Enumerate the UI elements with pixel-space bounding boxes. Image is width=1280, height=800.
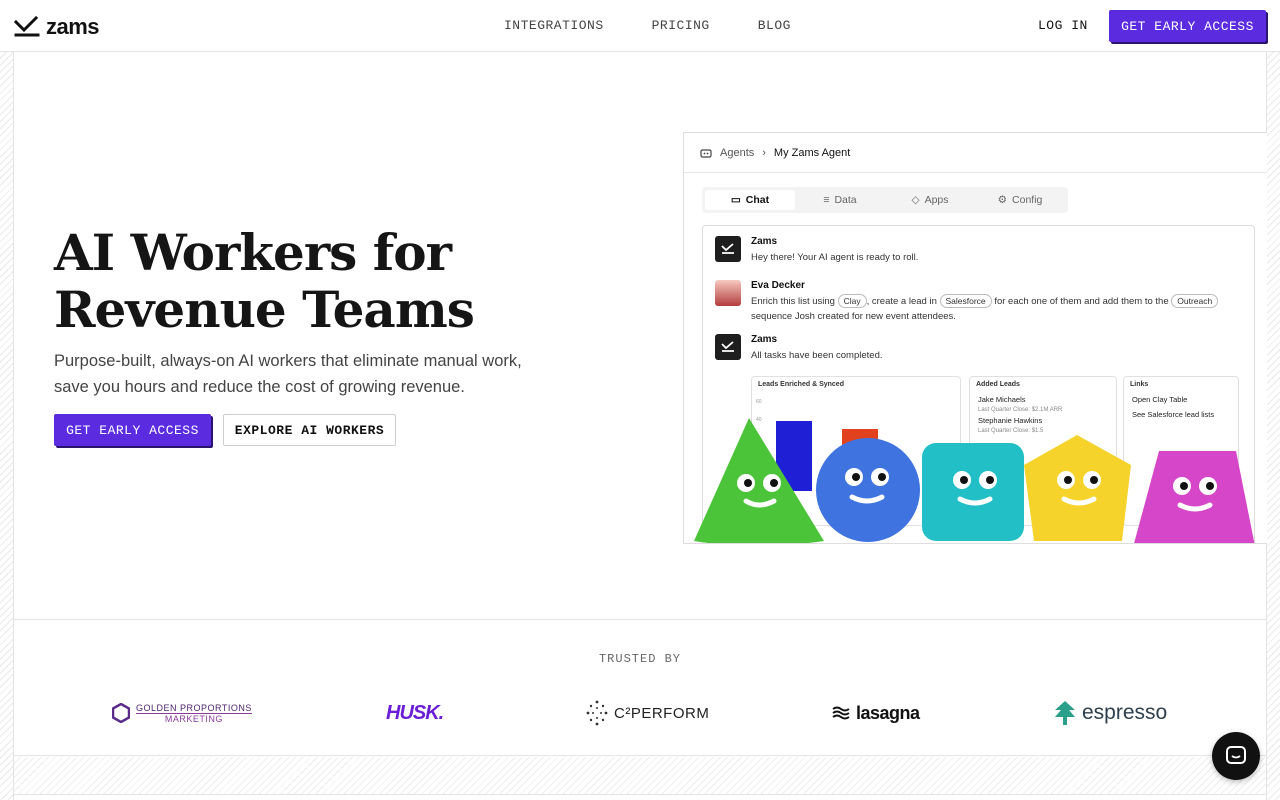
tab-data-label: Data bbox=[834, 194, 857, 206]
zams-avatar bbox=[715, 334, 741, 360]
chat-bubble-icon: ▭ bbox=[730, 194, 741, 206]
zams-logo[interactable]: zams bbox=[14, 14, 100, 40]
hero-get-early-access-button[interactable]: GET EARLY ACCESS bbox=[54, 414, 211, 446]
outreach-chip: Outreach bbox=[1171, 294, 1219, 308]
trusted-by-section: TRUSTED BY GOLDEN PROPORTIONS MARKETING … bbox=[14, 620, 1266, 756]
right-hatched-rail bbox=[1266, 52, 1280, 800]
tab-config: ⚙ Config bbox=[975, 190, 1065, 210]
nav-integrations[interactable]: INTEGRATIONS bbox=[504, 18, 604, 33]
message-fragment: Enrich this list using bbox=[751, 296, 835, 307]
chat-message: Zams Hey there! Your AI agent is ready t… bbox=[715, 236, 918, 265]
chat-widget-button[interactable] bbox=[1212, 732, 1260, 780]
bottom-hatched-band bbox=[14, 757, 1266, 795]
lasagna-text: lasagna bbox=[856, 702, 920, 723]
waves-icon bbox=[832, 706, 850, 720]
message-fragment: for each one of them and add them to the bbox=[994, 296, 1169, 307]
link-item: Open Clay Table bbox=[1132, 395, 1188, 404]
chevron-right-icon: › bbox=[762, 146, 766, 159]
message-text: All tasks have been completed. bbox=[751, 350, 883, 361]
customer-logos: GOLDEN PROPORTIONS MARKETING HUSK. C²PER… bbox=[14, 698, 1266, 728]
chart-tick: 60 bbox=[756, 399, 762, 405]
nav-blog[interactable]: BLOG bbox=[758, 18, 791, 33]
message-fragment: , create a lead in bbox=[866, 296, 937, 307]
hexagon-icon bbox=[112, 703, 130, 723]
hero-subtitle: Purpose-built, always-on AI workers that… bbox=[54, 352, 522, 396]
tab-data: ≡ Data bbox=[795, 190, 885, 210]
golden-proportions-subtext: MARKETING bbox=[136, 712, 252, 724]
nav-pricing[interactable]: PRICING bbox=[652, 18, 710, 33]
clay-chip: Clay bbox=[837, 294, 867, 308]
database-icon: ≡ bbox=[823, 194, 830, 206]
tab-chat: ▭ Chat bbox=[705, 190, 795, 210]
mascot-shapes-illustration bbox=[694, 418, 1255, 543]
zams-logo-icon bbox=[14, 16, 40, 37]
c2perform-text: C²PERFORM bbox=[614, 704, 710, 722]
header-get-early-access-button[interactable]: GET EARLY ACCESS bbox=[1109, 10, 1266, 42]
tab-config-label: Config bbox=[1012, 194, 1043, 206]
apps-icon: ◇ bbox=[911, 194, 920, 206]
hero-title: AI Workers for Revenue Teams bbox=[54, 223, 475, 339]
message-fragment: sequence Josh created for new event atte… bbox=[751, 311, 956, 322]
tab-apps-label: Apps bbox=[924, 194, 949, 206]
explore-ai-workers-button[interactable]: EXPLORE AI WORKERS bbox=[223, 414, 396, 446]
husk-text: HUSK. bbox=[386, 701, 444, 724]
message-text: Hey there! Your AI agent is ready to rol… bbox=[751, 252, 919, 263]
salesforce-chip: Salesforce bbox=[939, 294, 992, 308]
mockup-tabs: ▭ Chat ≡ Data ◇ Apps ⚙ Config bbox=[702, 187, 1068, 213]
left-hatched-rail bbox=[0, 52, 14, 800]
robot-icon bbox=[700, 148, 712, 158]
leads-panel-title: Leads Enriched & Synced bbox=[758, 381, 844, 388]
husk-logo: HUSK. bbox=[386, 698, 444, 728]
crumb-agent-name: My Zams Agent bbox=[773, 146, 851, 159]
golden-proportions-text: GOLDEN PROPORTIONS bbox=[136, 702, 252, 713]
message-author: Eva Decker bbox=[751, 280, 805, 291]
tab-chat-label: Chat bbox=[745, 194, 770, 206]
main-nav: INTEGRATIONS PRICING BLOG bbox=[504, 18, 791, 33]
espresso-text: espresso bbox=[1082, 701, 1168, 724]
tab-apps: ◇ Apps bbox=[885, 190, 975, 210]
message-author: Zams bbox=[751, 334, 778, 345]
login-link[interactable]: LOG IN bbox=[1038, 18, 1088, 33]
zams-avatar bbox=[715, 236, 741, 262]
site-header: zams INTEGRATIONS PRICING BLOG LOG IN GE… bbox=[0, 0, 1280, 52]
message-text: Enrich this list using Clay, create a le… bbox=[751, 294, 1221, 324]
hero-buttons: GET EARLY ACCESS EXPLORE AI WORKERS bbox=[54, 414, 396, 446]
app-mockup: Agents › My Zams Agent ▭ Chat ≡ Data ◇ Apps… bbox=[683, 132, 1267, 544]
espresso-logo: espresso bbox=[1054, 698, 1167, 728]
links-title: Links bbox=[1130, 381, 1149, 388]
tree-icon bbox=[1055, 701, 1075, 725]
sliders-icon: ⚙ bbox=[997, 194, 1008, 206]
chat-message: Eva Decker Enrich this list using Clay, … bbox=[715, 280, 1221, 324]
dotted-circle-icon bbox=[586, 700, 608, 726]
mockup-breadcrumb: Agents › My Zams Agent bbox=[684, 133, 1267, 173]
lasagna-logo: lasagna bbox=[832, 698, 920, 728]
c2perform-logo: C²PERFORM bbox=[586, 698, 709, 728]
crumb-agents: Agents bbox=[720, 146, 755, 159]
chat-icon bbox=[1226, 746, 1246, 764]
brand-name: zams bbox=[46, 14, 100, 39]
added-leads-title: Added Leads bbox=[976, 381, 1020, 388]
golden-proportions-logo: GOLDEN PROPORTIONS MARKETING bbox=[112, 698, 252, 728]
hero-section: AI Workers for Revenue Teams Purpose-bui… bbox=[14, 52, 1267, 620]
trusted-by-label: TRUSTED BY bbox=[598, 652, 681, 666]
eva-avatar bbox=[715, 280, 741, 306]
lead-name: Jake Michaels bbox=[978, 395, 1026, 404]
message-author: Zams bbox=[751, 236, 778, 247]
chat-message: Zams All tasks have been completed. bbox=[715, 334, 883, 363]
